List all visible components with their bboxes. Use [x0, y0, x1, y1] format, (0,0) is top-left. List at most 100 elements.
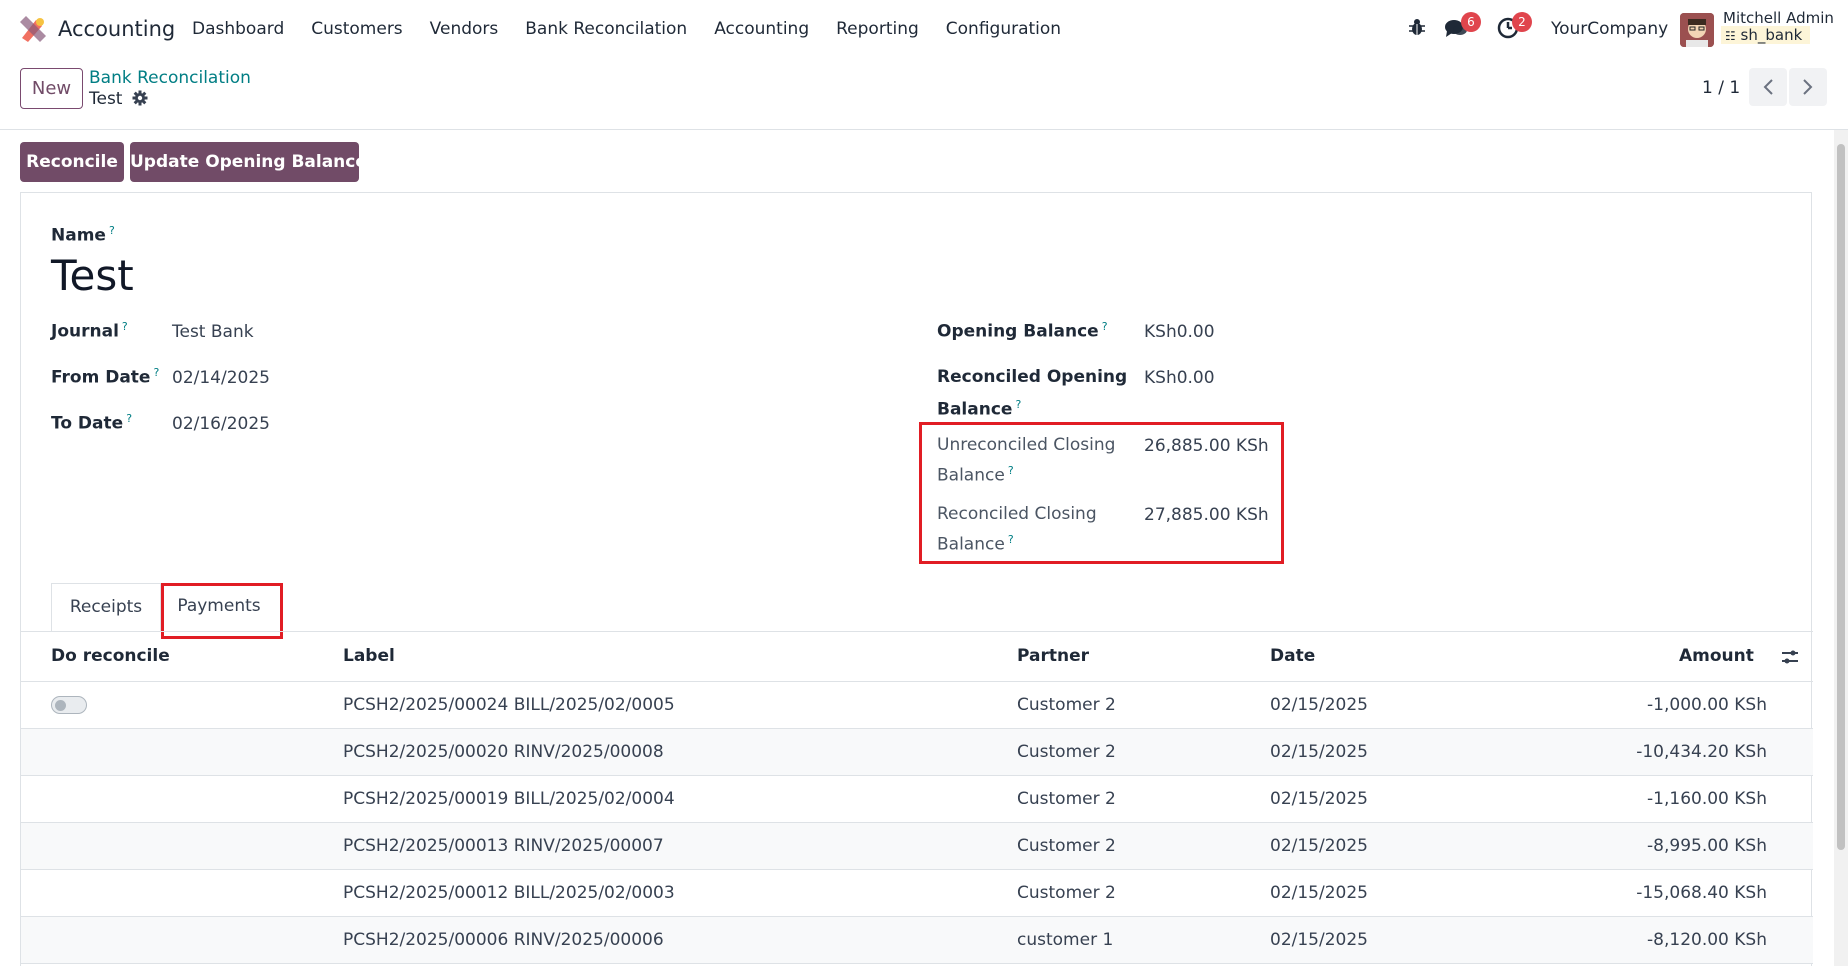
menu-item-bank-reconcilation[interactable]: Bank Reconcilation	[525, 19, 687, 39]
row-amount: -10,434.20 KSh	[1636, 742, 1767, 762]
journal-label: Journal?	[51, 320, 128, 342]
messages-count-badge: 6	[1461, 12, 1481, 32]
table-header: Do reconcile Label Partner Date Amount	[21, 632, 1813, 682]
user-avatar[interactable]	[1680, 13, 1714, 47]
chevron-left-icon	[1763, 79, 1773, 95]
reconciled-opening-balance-label: Reconciled Opening Balance?	[937, 364, 1127, 424]
help-tooltip-icon[interactable]: ?	[1102, 320, 1108, 333]
tab-receipts[interactable]: Receipts	[51, 583, 161, 631]
closing-balances-highlight	[919, 422, 1284, 564]
row-label: PCSH2/2025/00019 BILL/2025/02/0004	[343, 789, 675, 809]
menu-item-accounting[interactable]: Accounting	[714, 19, 809, 39]
opening-balance-label-text: Opening Balance	[937, 321, 1099, 342]
column-do-reconcile[interactable]: Do reconcile	[51, 646, 170, 666]
help-tooltip-icon[interactable]: ?	[153, 366, 159, 379]
row-amount: -8,120.00 KSh	[1647, 930, 1767, 950]
row-partner: Customer 2	[1017, 883, 1116, 903]
menu-item-dashboard[interactable]: Dashboard	[192, 19, 284, 39]
row-amount: -1,000.00 KSh	[1647, 695, 1767, 715]
reconciled-opening-label-line2: Balance	[937, 399, 1013, 420]
menu-item-configuration[interactable]: Configuration	[946, 19, 1061, 39]
row-label: PCSH2/2025/00024 BILL/2025/02/0005	[343, 695, 675, 715]
page-scrollbar[interactable]	[1834, 130, 1848, 966]
database-icon: ☷	[1725, 29, 1736, 43]
column-amount[interactable]: Amount	[1679, 646, 1754, 666]
update-opening-balance-button[interactable]: Update Opening Balance	[130, 142, 367, 182]
table-row[interactable]: PCSH2/2025/00012 BILL/2025/02/0003 Custo…	[21, 870, 1813, 917]
row-date: 02/15/2025	[1270, 789, 1368, 809]
breadcrumb-parent-link[interactable]: Bank Reconcilation	[89, 68, 251, 88]
table-row[interactable]: PCSH2/2025/00019 BILL/2025/02/0004 Custo…	[21, 776, 1813, 823]
from-date-field[interactable]: 02/14/2025	[172, 368, 270, 388]
user-name[interactable]: Mitchell Admin	[1723, 9, 1834, 27]
row-label: PCSH2/2025/00012 BILL/2025/02/0003	[343, 883, 675, 903]
payments-table: Do reconcile Label Partner Date Amount P…	[21, 632, 1813, 964]
help-tooltip-icon[interactable]: ?	[109, 224, 115, 237]
journal-field[interactable]: Test Bank	[172, 322, 254, 342]
menu-item-customers[interactable]: Customers	[311, 19, 402, 39]
to-date-label-text: To Date	[51, 413, 124, 434]
from-date-label: From Date?	[51, 366, 159, 388]
main-menu: Dashboard Customers Vendors Bank Reconci…	[192, 19, 1088, 39]
database-name: ☷ sh_bank	[1721, 26, 1811, 44]
database-name-text: sh_bank	[1740, 26, 1803, 44]
opening-balance-value: KSh0.00	[1144, 322, 1215, 342]
from-date-label-text: From Date	[51, 367, 151, 388]
menu-item-vendors[interactable]: Vendors	[430, 19, 499, 39]
row-partner: Customer 2	[1017, 836, 1116, 856]
opening-balance-label: Opening Balance?	[937, 320, 1108, 342]
gear-icon[interactable]	[132, 90, 148, 106]
row-date: 02/15/2025	[1270, 836, 1368, 856]
reconciled-opening-balance-value: KSh0.00	[1144, 368, 1215, 388]
table-row[interactable]: PCSH2/2025/00006 RINV/2025/00006 custome…	[21, 917, 1813, 964]
row-partner: Customer 2	[1017, 695, 1116, 715]
table-row[interactable]: PCSH2/2025/00013 RINV/2025/00007 Custome…	[21, 823, 1813, 870]
scrollbar-thumb[interactable]	[1837, 144, 1845, 850]
row-amount: -1,160.00 KSh	[1647, 789, 1767, 809]
column-partner[interactable]: Partner	[1017, 646, 1089, 666]
pager-next-button[interactable]	[1789, 68, 1827, 106]
help-tooltip-icon[interactable]: ?	[1015, 398, 1021, 411]
to-date-label: To Date?	[51, 412, 132, 434]
row-date: 02/15/2025	[1270, 930, 1368, 950]
table-row[interactable]: PCSH2/2025/00020 RINV/2025/00008 Custome…	[21, 729, 1813, 776]
chevron-right-icon	[1803, 79, 1813, 95]
optional-columns-sliders-icon[interactable]	[1781, 648, 1799, 666]
help-tooltip-icon[interactable]: ?	[122, 320, 128, 333]
row-date: 02/15/2025	[1270, 695, 1368, 715]
to-date-field[interactable]: 02/16/2025	[172, 414, 270, 434]
journal-label-text: Journal	[51, 321, 119, 342]
reconcile-button[interactable]: Reconcile	[20, 142, 124, 182]
help-tooltip-icon[interactable]: ?	[126, 412, 132, 425]
row-partner: customer 1	[1017, 930, 1114, 950]
row-label: PCSH2/2025/00006 RINV/2025/00006	[343, 930, 664, 950]
app-name[interactable]: Accounting	[58, 17, 175, 41]
table-row[interactable]: PCSH2/2025/00024 BILL/2025/02/0005 Custo…	[21, 682, 1813, 729]
row-label: PCSH2/2025/00013 RINV/2025/00007	[343, 836, 664, 856]
row-date: 02/15/2025	[1270, 742, 1368, 762]
activities-count-badge: 2	[1512, 12, 1532, 32]
form-sheet: Name? Test Journal? Test Bank From Date?…	[20, 192, 1813, 966]
name-label-text: Name	[51, 225, 106, 246]
row-partner: Customer 2	[1017, 742, 1116, 762]
do-reconcile-toggle[interactable]	[51, 696, 87, 714]
column-label[interactable]: Label	[343, 646, 395, 666]
new-button[interactable]: New	[20, 68, 83, 109]
reconciled-opening-label-line1: Reconciled Opening	[937, 367, 1128, 387]
record-name-field[interactable]: Test	[51, 251, 134, 300]
menu-item-reporting[interactable]: Reporting	[836, 19, 919, 39]
control-panel: New Bank Reconcilation Test 1 / 1	[0, 58, 1848, 130]
company-switcher[interactable]: YourCompany	[1551, 19, 1668, 39]
row-amount: -8,995.00 KSh	[1647, 836, 1767, 856]
column-date[interactable]: Date	[1270, 646, 1315, 666]
row-label: PCSH2/2025/00020 RINV/2025/00008	[343, 742, 664, 762]
top-navbar: Accounting Dashboard Customers Vendors B…	[0, 0, 1848, 58]
row-partner: Customer 2	[1017, 789, 1116, 809]
pager-previous-button[interactable]	[1749, 68, 1787, 106]
pager-value[interactable]: 1 / 1	[1702, 78, 1740, 98]
name-label: Name?	[51, 224, 115, 246]
breadcrumb-current: Test	[89, 89, 123, 109]
accounting-app-logo-icon[interactable]	[20, 16, 46, 42]
row-date: 02/15/2025	[1270, 883, 1368, 903]
debug-bug-icon[interactable]	[1407, 17, 1427, 37]
